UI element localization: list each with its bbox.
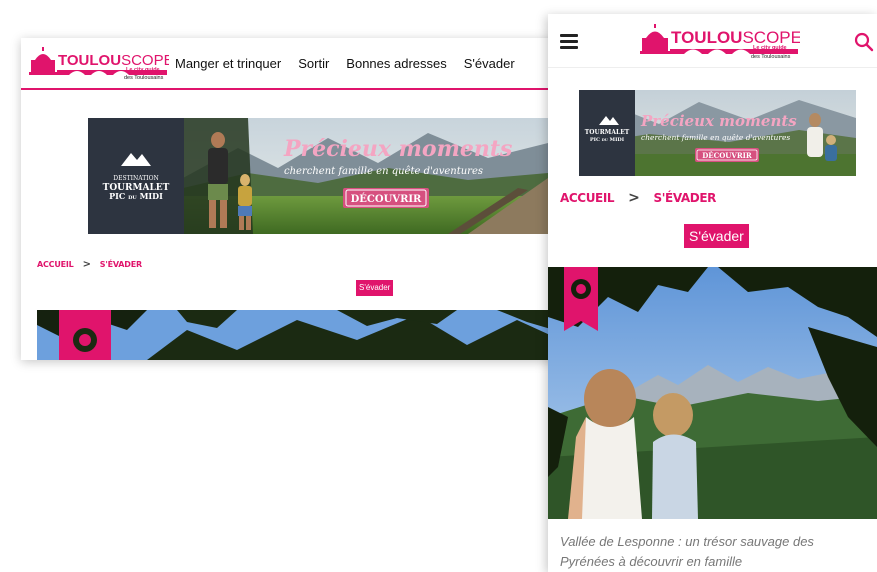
mobile-header: TOULOUSCOPE Le city guide des Toulousain… xyxy=(548,14,877,68)
breadcrumb-home[interactable]: ACCUEIL xyxy=(560,191,615,205)
main-nav: Manger et trinquer Sortir Bonnes adresse… xyxy=(175,56,515,71)
banner-destination-name: TOURMALET xyxy=(585,129,630,136)
breadcrumb-current[interactable]: S'ÉVADER xyxy=(654,191,717,205)
banner-destination-sub: PIC DU MIDI xyxy=(590,137,625,143)
mobile-screenshot: TOULOUSCOPE Le city guide des Toulousain… xyxy=(548,14,877,572)
banner-subline: cherchent famille en quête d'aventures xyxy=(284,166,483,177)
article-caption[interactable]: Vallée de Lesponne : un trésor sauvage d… xyxy=(560,532,865,572)
ad-banner[interactable]: TOURMALET PIC DU MIDI Précieux moments c… xyxy=(579,90,856,176)
desktop-header: TOULOUSCOPE Le city guide des Toulousain… xyxy=(21,38,561,90)
breadcrumb: ACCUEIL > S'ÉVADER xyxy=(560,190,716,206)
hamburger-icon[interactable] xyxy=(560,34,578,50)
nav-item-sevader[interactable]: S'évader xyxy=(464,56,515,71)
hero-image[interactable] xyxy=(37,310,561,360)
banner-destination-label: DESTINATION xyxy=(113,175,158,182)
breadcrumb-separator: > xyxy=(628,190,640,206)
nav-item-bonnes-adresses[interactable]: Bonnes adresses xyxy=(346,56,446,71)
logo-tagline: des Toulousains xyxy=(124,75,164,81)
banner-cta-button[interactable]: DÉCOUVRIR xyxy=(351,193,422,205)
logo-tagline: des Toulousains xyxy=(751,54,791,60)
nav-item-sortir[interactable]: Sortir xyxy=(298,56,329,71)
banner-headline: Précieux moments xyxy=(640,112,797,130)
desktop-screenshot: TOULOUSCOPE Le city guide des Toulousain… xyxy=(21,38,561,360)
breadcrumb: ACCUEIL > S'ÉVADER xyxy=(37,259,142,270)
breadcrumb-current[interactable]: S'ÉVADER xyxy=(100,260,142,269)
banner-destination-sub: PIC DU MIDI xyxy=(109,191,163,201)
site-logo[interactable]: TOULOUSCOPE Le city guide des Toulousain… xyxy=(640,24,800,60)
hero-image[interactable] xyxy=(548,267,877,519)
banner-cta-button[interactable]: DÉCOUVRIR xyxy=(702,151,752,160)
search-icon[interactable] xyxy=(854,32,874,52)
nav-item-manger[interactable]: Manger et trinquer xyxy=(175,56,281,71)
logo-tagline-bold: Le city guide xyxy=(126,67,160,73)
breadcrumb-separator: > xyxy=(82,259,91,270)
site-logo[interactable]: TOULOUSCOPE Le city guide des Toulousain… xyxy=(29,46,169,82)
ad-banner[interactable]: DESTINATION TOURMALET PIC DU MIDI Précie… xyxy=(88,118,548,234)
logo-tagline-bold: Le city guide xyxy=(753,45,787,51)
banner-headline: Précieux moments xyxy=(283,136,512,162)
banner-subline: cherchent famille en quête d'aventures xyxy=(641,133,790,142)
category-tag[interactable]: S'évader xyxy=(356,280,394,296)
breadcrumb-home[interactable]: ACCUEIL xyxy=(37,260,74,269)
category-tag[interactable]: S'évader xyxy=(684,224,749,248)
